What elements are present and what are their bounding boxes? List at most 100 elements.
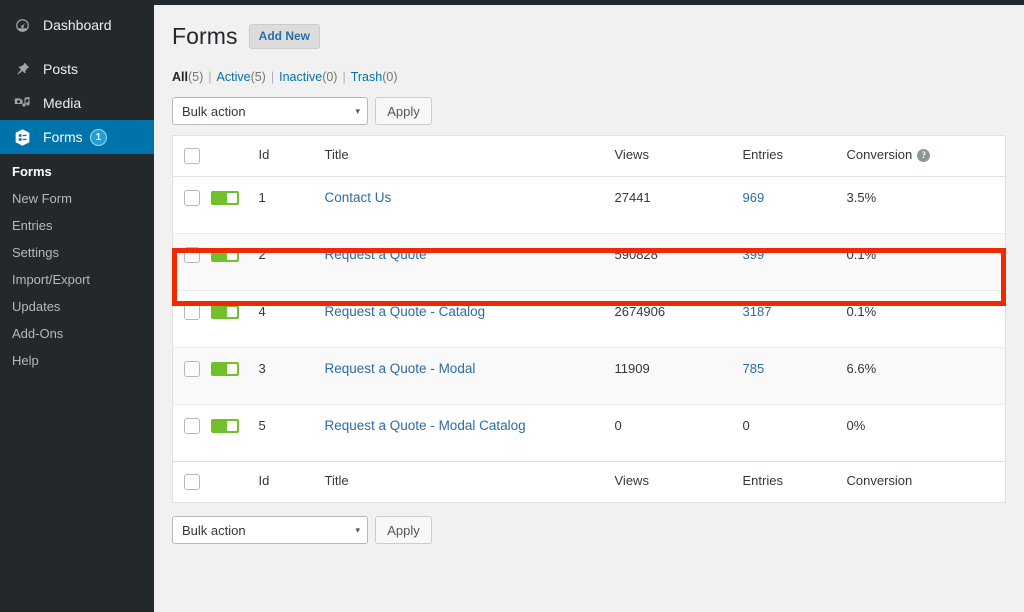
column-footer-views[interactable]: Views [614,461,743,503]
filter-separator: | [342,70,346,84]
submenu-item-entries[interactable]: Entries [0,212,154,239]
form-title-link[interactable]: Request a Quote [325,247,427,262]
submenu-item-add-ons[interactable]: Add-Ons [0,320,154,347]
select-all-checkbox-top[interactable] [184,148,200,164]
sidebar-item-posts[interactable]: Posts [0,52,154,86]
row-checkbox[interactable] [184,304,200,320]
submenu-item-settings[interactable]: Settings [0,239,154,266]
bulk-action-select-top[interactable]: Bulk action ▾ [172,97,368,125]
form-active-toggle[interactable] [210,419,239,433]
sidebar-item-forms[interactable]: Forms 1 [0,120,162,154]
add-new-button[interactable]: Add New [248,23,321,49]
media-icon [10,93,34,113]
filter-label: Trash [350,70,383,84]
filter-separator: | [270,70,275,84]
row-checkbox[interactable] [184,361,200,377]
column-header-conversion-label: Conversion [846,147,913,162]
sidebar-item-media[interactable]: Media [0,86,154,120]
table-row[interactable]: 1 Contact Us 27441 969 3.5% [172,176,1006,234]
filter-label: Inactive [279,70,323,84]
table-foot: Id Title Views Entries Conversion [172,461,1006,503]
row-title-cell: Contact Us [324,176,615,234]
tablenav-top: Bulk action ▾ Apply [172,97,1024,125]
column-header-views[interactable]: Views [614,135,743,177]
filter-count-all: (5) [187,70,204,84]
row-title-cell: Request a Quote - Modal Catalog [325,405,615,462]
table-row[interactable]: 2 Request a Quote 590828 399 0.1% [172,233,1006,291]
row-conversion: 0% [846,418,866,433]
form-title-link[interactable]: Request a Quote - Modal [325,361,476,376]
form-entries-link[interactable]: 969 [743,190,765,205]
row-id: 1 [258,176,325,234]
submenu-item-forms[interactable]: Forms [0,158,154,185]
form-title-link[interactable]: Request a Quote - Catalog [325,304,486,319]
submenu-item-help[interactable]: Help [0,347,154,374]
submenu-item-updates[interactable]: Updates [0,293,154,320]
row-id: 3 [258,347,325,405]
column-footer-title[interactable]: Title [324,461,615,503]
forms-table-wrapper: Id Title Views Entries Conversion? 1 Con… [172,135,1006,503]
main-content: Forms Add New All(5) | Active(5) | Inactive(… [154,5,1024,612]
row-views: 590828 [614,233,743,291]
row-id: 2 [258,233,325,291]
form-active-toggle[interactable] [210,248,239,262]
table-row[interactable]: 4 Request a Quote - Catalog 2674906 3187… [172,290,1006,348]
apply-button-bottom[interactable]: Apply [375,516,432,544]
form-active-toggle[interactable] [210,362,239,376]
row-checkbox-cell [173,405,211,462]
bulk-action-select-bottom[interactable]: Bulk action ▾ [172,516,368,544]
row-toggle-cell [210,233,259,291]
row-toggle-cell [210,405,259,462]
filter-link-all[interactable]: All [172,70,188,84]
row-entries-cell: 785 [742,347,847,405]
column-header-entries[interactable]: Entries [742,135,847,177]
filter-link-active[interactable]: Active [217,70,251,84]
row-checkbox-cell [172,233,211,291]
form-entries-link[interactable]: 3187 [743,304,772,319]
filter-separator: | [208,70,212,84]
row-checkbox[interactable] [184,418,200,434]
form-entries-link[interactable]: 399 [743,247,765,262]
chevron-down-icon: ▾ [355,524,360,535]
filter-count-trash: (0) [382,70,398,84]
table-head: Id Title Views Entries Conversion? [172,135,1006,177]
form-title-link[interactable]: Contact Us [325,190,392,205]
table-row[interactable]: 3 Request a Quote - Modal 11909 785 6.6% [172,347,1006,405]
form-entries-link[interactable]: 785 [743,361,765,376]
table-footer-row: Id Title Views Entries Conversion [172,461,1006,503]
column-header-conversion[interactable]: Conversion? [846,135,1006,177]
bulk-action-value: Bulk action [182,103,246,119]
column-footer-conversion[interactable]: Conversion [846,461,1006,503]
column-header-id[interactable]: Id [258,135,325,177]
table-row[interactable]: 5 Request a Quote - Modal Catalog 0 0 0% [173,405,1006,462]
select-all-checkbox-bottom[interactable] [184,474,200,490]
wp-admin-screen: Dashboard Posts Media Forms 1 Forms New … [0,0,1024,612]
page-title: Forms [172,22,238,49]
form-title-link[interactable]: Request a Quote - Modal Catalog [325,418,526,433]
column-header-title[interactable]: Title [324,135,615,177]
row-title-cell: Request a Quote - Catalog [324,290,615,348]
row-checkbox-cell [172,176,211,234]
apply-button-top[interactable]: Apply [375,97,432,125]
help-icon[interactable]: ? [917,148,931,162]
filter-link-inactive[interactable]: Inactive [279,70,322,84]
submenu-item-import-export[interactable]: Import/Export [0,266,154,293]
form-active-toggle[interactable] [210,191,239,205]
row-toggle-cell [210,347,259,405]
column-footer-id[interactable]: Id [258,461,325,503]
form-active-toggle[interactable] [210,305,239,319]
column-footer-entries[interactable]: Entries [742,461,847,503]
row-checkbox[interactable] [184,190,200,206]
row-conversion: 6.6% [846,347,1006,405]
filter-count-inactive: (0) [322,70,338,84]
row-checkbox[interactable] [184,247,200,263]
submenu-item-new-form[interactable]: New Form [0,185,154,212]
sidebar-item-dashboard[interactable]: Dashboard [0,8,154,42]
row-views: 11909 [614,347,743,405]
row-checkbox-cell [172,347,211,405]
sidebar-separator [0,42,154,52]
forms-update-badge: 1 [89,128,108,146]
dashboard-gauge-icon [10,15,34,35]
filter-link-trash[interactable]: Trash [351,70,383,84]
row-conversion: 0.1% [846,290,1006,348]
